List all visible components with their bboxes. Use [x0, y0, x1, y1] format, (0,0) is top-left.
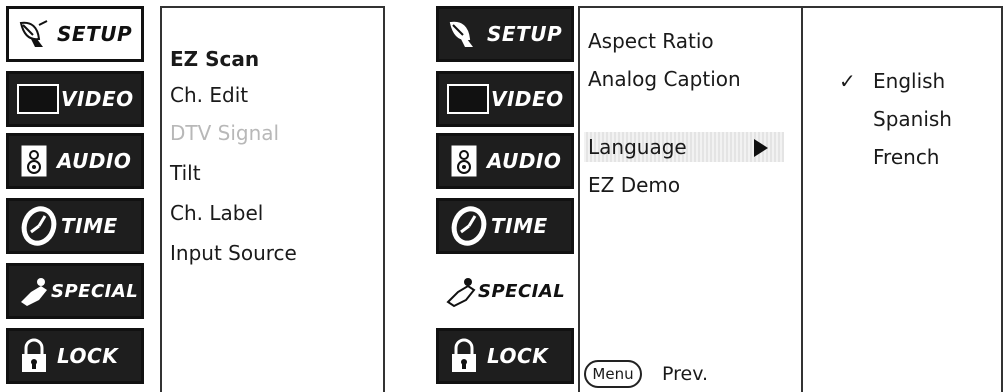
satellite-dish-icon — [17, 17, 51, 51]
screen-icon — [447, 82, 489, 116]
setup-options-list: EZ Scan Ch. Edit DTV Signal Tilt Ch. Lab… — [160, 6, 385, 392]
menu-item-dtv-signal: DTV Signal — [170, 121, 280, 145]
menu-item-language[interactable]: Language — [588, 134, 687, 160]
menu-item-analog-caption[interactable]: Analog Caption — [588, 66, 741, 92]
language-submenu: ✓ English Spanish French — [803, 6, 1003, 392]
tab-label: TIME — [491, 214, 548, 238]
tab-time[interactable]: TIME — [6, 198, 144, 254]
menu-button[interactable]: Menu — [584, 360, 642, 388]
speaker-icon — [17, 144, 51, 178]
clock-icon — [447, 204, 491, 248]
tab-setup[interactable]: SETUP — [6, 6, 144, 62]
menu-item-tilt[interactable]: Tilt — [170, 160, 201, 186]
menu-item-ez-demo[interactable]: EZ Demo — [588, 172, 680, 198]
clock-icon — [17, 204, 61, 248]
category-tabs: SETUP VIDEO AUDIO TIME SPECIAL LOCK — [0, 0, 150, 392]
checkmark-icon: ✓ — [839, 69, 856, 93]
menu-item-aspect-ratio[interactable]: Aspect Ratio — [588, 28, 714, 54]
hand-pointer-icon — [444, 274, 478, 308]
setup-menu-screen-left: SETUP VIDEO AUDIO TIME SPECIAL LOCK EZ S… — [0, 0, 390, 392]
tab-audio[interactable]: AUDIO — [6, 133, 144, 189]
hand-pointer-icon — [17, 274, 51, 308]
tab-label: TIME — [61, 214, 118, 238]
special-options-list: Aspect Ratio Analog Caption Language EZ … — [578, 6, 803, 392]
tab-time[interactable]: TIME — [436, 198, 574, 254]
tab-label: SETUP — [57, 22, 133, 46]
tab-lock[interactable]: LOCK — [6, 328, 144, 384]
language-option-french[interactable]: French — [873, 144, 939, 170]
language-option-english[interactable]: English — [873, 68, 945, 94]
screen-icon — [17, 82, 59, 116]
tab-video[interactable]: VIDEO — [6, 71, 144, 127]
prev-label: Prev. — [662, 363, 709, 385]
tab-label: VIDEO — [491, 87, 564, 111]
tab-special[interactable]: SPECIAL — [436, 263, 574, 319]
padlock-icon — [17, 338, 51, 373]
tab-label: LOCK — [487, 344, 549, 368]
tab-lock[interactable]: LOCK — [436, 328, 574, 384]
tab-label: LOCK — [57, 344, 119, 368]
menu-item-ch-label[interactable]: Ch. Label — [170, 200, 263, 226]
tab-label: SETUP — [487, 22, 563, 46]
menu-item-input-source[interactable]: Input Source — [170, 240, 297, 266]
speaker-icon — [447, 144, 481, 178]
satellite-dish-icon — [447, 17, 481, 51]
language-option-spanish[interactable]: Spanish — [873, 106, 952, 132]
tab-audio[interactable]: AUDIO — [436, 133, 574, 189]
menu-item-ez-scan[interactable]: EZ Scan — [170, 46, 259, 72]
tab-setup[interactable]: SETUP — [436, 6, 574, 62]
setup-menu-screen-right: SETUP VIDEO AUDIO TIME SPECIAL LOCK Aspe… — [430, 0, 1003, 392]
tab-label: AUDIO — [487, 149, 562, 173]
tab-label: SPECIAL — [478, 280, 566, 302]
tab-label: VIDEO — [61, 87, 134, 111]
menu-item-ch-edit[interactable]: Ch. Edit — [170, 82, 248, 108]
tab-label: SPECIAL — [51, 280, 139, 302]
tab-label: AUDIO — [57, 149, 132, 173]
submenu-arrow-icon — [754, 139, 768, 157]
tab-video[interactable]: VIDEO — [436, 71, 574, 127]
tab-special[interactable]: SPECIAL — [6, 263, 144, 319]
category-tabs: SETUP VIDEO AUDIO TIME SPECIAL LOCK — [430, 0, 574, 392]
padlock-icon — [447, 338, 481, 373]
